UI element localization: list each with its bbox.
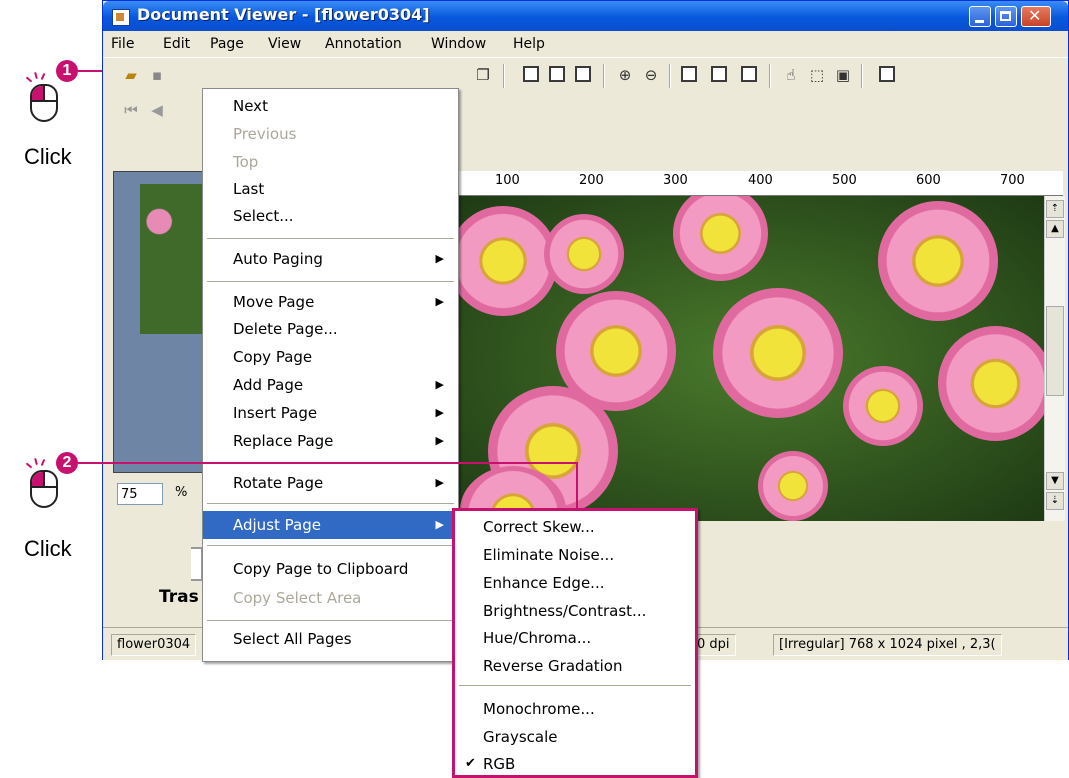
menu-item-copy-select-area[interactable]: Copy Select Area xyxy=(203,584,458,612)
menu-window[interactable]: Window xyxy=(431,36,486,52)
save-icon[interactable]: ▪ xyxy=(147,65,167,85)
submenu-item-grayscale[interactable]: Grayscale xyxy=(455,723,695,751)
submenu-item-enhance-edge[interactable]: Enhance Edge... xyxy=(455,569,695,597)
title-bar[interactable]: Document Viewer - [flower0304] ✕ xyxy=(103,1,1068,31)
checkmark-icon: ✔ xyxy=(465,756,476,771)
scroll-thumb[interactable] xyxy=(1046,306,1064,396)
submenu-item-eliminate-noise[interactable]: Eliminate Noise... xyxy=(455,541,695,569)
submenu-arrow-icon: ▶ xyxy=(435,518,444,531)
close-icon[interactable]: ✕ xyxy=(1021,6,1051,27)
submenu-arrow-icon: ▶ xyxy=(435,476,444,489)
submenu-arrow-icon: ▶ xyxy=(435,434,444,447)
click-rays-icon xyxy=(25,456,46,470)
menu-separator xyxy=(207,238,454,239)
submenu-arrow-icon: ▶ xyxy=(435,406,444,419)
horizontal-ruler: 100 200 300 400 500 600 700 xyxy=(458,171,1063,196)
minimize-icon[interactable] xyxy=(969,6,991,27)
thumbnail-panel-icon[interactable] xyxy=(879,66,895,82)
zoom-input[interactable]: 75 xyxy=(117,483,163,505)
fit-width-icon[interactable] xyxy=(711,66,727,82)
menu-file[interactable]: File xyxy=(111,36,134,52)
page-thumbnail[interactable] xyxy=(140,184,204,334)
menu-item-copy-page-to-clipboard[interactable]: Copy Page to Clipboard xyxy=(203,555,458,583)
menu-item-rotate-page[interactable]: Rotate Page ▶ xyxy=(203,469,458,497)
adjust-page-submenu: Correct Skew... Eliminate Noise... Enhan… xyxy=(452,508,698,778)
menu-separator xyxy=(207,545,454,546)
menu-separator xyxy=(459,685,691,686)
step-2-leader-drop xyxy=(576,462,578,510)
menu-item-insert-page[interactable]: Insert Page ▶ xyxy=(203,399,458,427)
menu-item-move-page[interactable]: Move Page ▶ xyxy=(203,288,458,316)
hand-icon[interactable]: ☝ xyxy=(781,65,801,85)
step-2-label: Click xyxy=(24,536,72,561)
menu-item-select[interactable]: Select... xyxy=(203,202,458,230)
menu-separator xyxy=(207,503,454,504)
submenu-item-reverse-gradation[interactable]: Reverse Gradation xyxy=(455,652,695,680)
submenu-item-brightness-contrast[interactable]: Brightness/Contrast... xyxy=(455,597,695,625)
scroll-down-icon[interactable]: ▼ xyxy=(1046,472,1064,490)
step-2-badge: 2 xyxy=(56,452,78,474)
menu-item-last[interactable]: Last xyxy=(203,175,458,203)
window-title: Document Viewer - [flower0304] xyxy=(137,5,430,24)
menu-item-delete-page[interactable]: Delete Page... xyxy=(203,315,458,343)
thumbnail-pane xyxy=(113,171,210,473)
menu-item-top[interactable]: Top xyxy=(203,148,458,176)
mouse-icon xyxy=(30,470,58,508)
app-icon xyxy=(112,9,130,26)
menu-item-select-all-pages[interactable]: Select All Pages xyxy=(203,625,458,653)
fit-page-icon[interactable] xyxy=(681,66,697,82)
maximize-icon[interactable] xyxy=(995,6,1017,27)
menu-item-replace-page[interactable]: Replace Page ▶ xyxy=(203,427,458,455)
menu-bar: File Edit Page View Annotation Window He… xyxy=(103,31,1068,57)
menu-item-previous[interactable]: Previous xyxy=(203,120,458,148)
menu-item-next[interactable]: Next xyxy=(203,92,458,120)
menu-item-copy-page[interactable]: Copy Page xyxy=(203,343,458,371)
rotate-right-icon[interactable] xyxy=(549,66,565,82)
menu-item-add-page[interactable]: Add Page ▶ xyxy=(203,371,458,399)
rotate-left-icon[interactable] xyxy=(523,66,539,82)
submenu-item-hue-chroma[interactable]: Hue/Chroma... xyxy=(455,624,695,652)
submenu-arrow-icon: ▶ xyxy=(435,295,444,308)
first-page-icon[interactable]: ⏮ xyxy=(121,100,141,120)
step-2-leader xyxy=(78,462,578,464)
status-image-info: [Irregular] 768 x 1024 pixel , 2,3( xyxy=(773,634,1002,656)
scroll-up-icon[interactable]: ▲ xyxy=(1046,220,1064,238)
zoom-out-icon[interactable]: ⊖ xyxy=(641,65,661,85)
menu-help[interactable]: Help xyxy=(513,36,545,52)
submenu-arrow-icon: ▶ xyxy=(435,378,444,391)
submenu-arrow-icon: ▶ xyxy=(435,252,444,265)
zoom-in-icon[interactable]: ⊕ xyxy=(615,65,635,85)
submenu-item-correct-skew[interactable]: Correct Skew... xyxy=(455,513,695,541)
menu-separator xyxy=(207,620,454,621)
scroll-bottom-icon[interactable]: ⇣ xyxy=(1046,492,1064,510)
trash-label: Tras xyxy=(159,587,199,607)
menu-view[interactable]: View xyxy=(268,36,301,52)
menu-separator xyxy=(207,281,454,282)
status-file: flower0304 xyxy=(111,634,197,656)
submenu-item-monochrome[interactable]: Monochrome... xyxy=(455,695,695,723)
click-rays-icon xyxy=(25,70,46,84)
submenu-item-rgb[interactable]: ✔ RGB xyxy=(455,750,695,778)
open-folder-icon[interactable]: ▰ xyxy=(121,65,141,85)
copy-icon[interactable]: ❐ xyxy=(473,65,493,85)
menu-annotation[interactable]: Annotation xyxy=(325,36,402,52)
select-area-icon[interactable]: ⬚ xyxy=(807,65,827,85)
menu-edit[interactable]: Edit xyxy=(163,36,190,52)
document-image[interactable] xyxy=(458,196,1044,521)
previous-page-icon[interactable]: ◀ xyxy=(147,100,167,120)
step-1-label: Click xyxy=(24,144,72,169)
annotation-icon[interactable]: ▣ xyxy=(833,65,853,85)
menu-page[interactable]: Page xyxy=(210,36,244,52)
menu-item-auto-paging[interactable]: Auto Paging ▶ xyxy=(203,245,458,273)
scroll-top-icon[interactable]: ⇡ xyxy=(1046,200,1064,218)
vertical-scrollbar[interactable]: ⇡ ▲ ▼ ⇣ xyxy=(1044,196,1065,521)
menu-item-adjust-page[interactable]: Adjust Page ▶ xyxy=(203,511,458,539)
rotate-icon[interactable] xyxy=(575,66,591,82)
page-menu: Next Previous Top Last Select... Auto Pa… xyxy=(202,88,459,662)
fit-window-icon[interactable] xyxy=(741,66,757,82)
step-1-badge: 1 xyxy=(56,60,78,82)
zoom-unit: % xyxy=(175,485,188,500)
mouse-icon xyxy=(30,84,58,122)
